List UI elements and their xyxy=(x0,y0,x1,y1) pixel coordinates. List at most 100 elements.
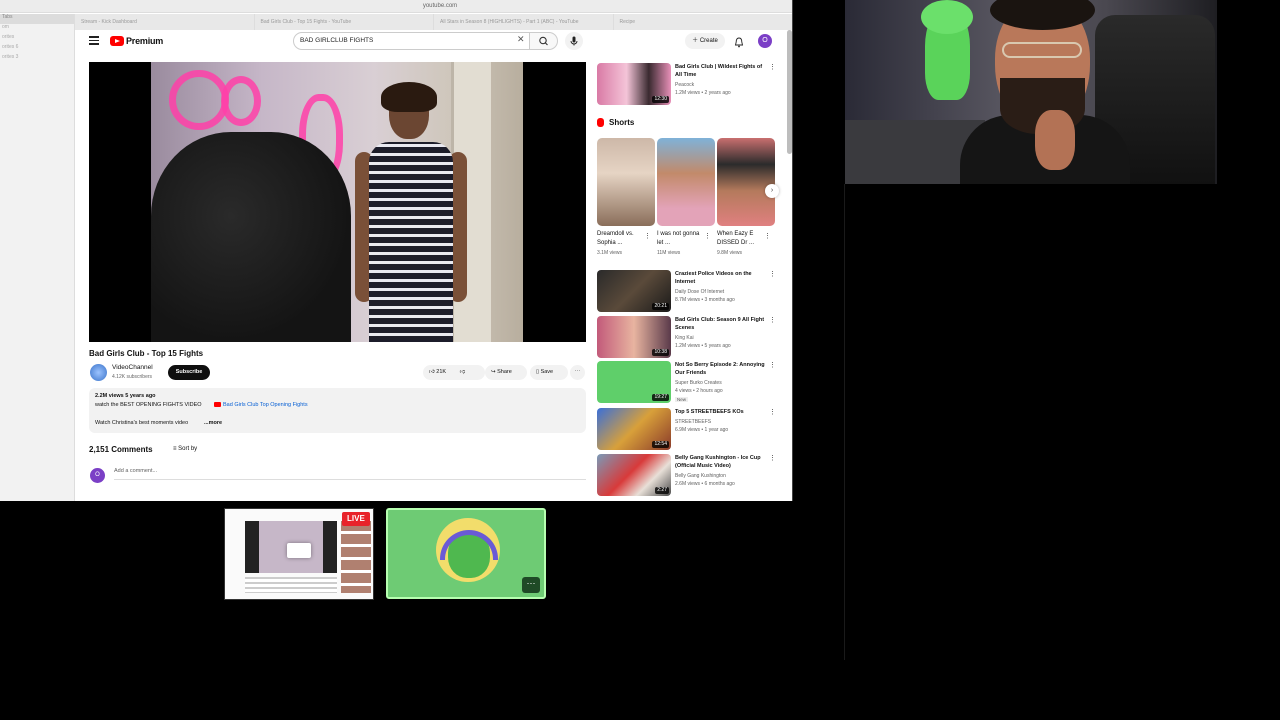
kebab-menu-icon[interactable]: ⋮ xyxy=(769,270,776,278)
short-title[interactable]: Dreamdoll vs. Sophia ... xyxy=(597,230,645,248)
share-button[interactable]: ↪ Share xyxy=(485,365,527,380)
share-icon: ↪ xyxy=(491,369,496,375)
rec-channel[interactable]: King Kai xyxy=(675,335,694,341)
neon-heart-decoration xyxy=(169,70,229,130)
duration-badge: 12:30 xyxy=(652,96,669,103)
menu-icon[interactable] xyxy=(89,36,99,45)
kebab-menu-icon[interactable]: ⋮ xyxy=(769,454,776,462)
bell-icon[interactable] xyxy=(734,35,744,48)
kebab-menu-icon[interactable]: ⋮ xyxy=(769,408,776,416)
channel-name[interactable]: VideoChannel xyxy=(112,364,153,371)
search-input[interactable]: BAD GIRLCLUB FIGHTS xyxy=(293,32,530,50)
recommended-video[interactable]: 20:21 Craziest Police Videos on the Inte… xyxy=(597,270,783,312)
sidebar-item[interactable]: Tabs xyxy=(0,14,74,24)
description-link[interactable]: Bad Girls Club Top Opening Fights xyxy=(214,402,308,408)
address-bar[interactable]: youtube.com xyxy=(390,1,490,11)
duration-badge: 12:54 xyxy=(652,441,669,448)
recommended-video[interactable]: 2:27 Belly Gang Kushington - Ice Cup (Of… xyxy=(597,454,783,496)
recommended-video[interactable]: 12:30 Bad Girls Club | Wildest Fights of… xyxy=(597,63,783,105)
short-thumbnail[interactable] xyxy=(657,138,715,226)
short-views: 11M views xyxy=(657,250,681,256)
webcam-feed xyxy=(845,0,1217,184)
comment-input[interactable]: Add a comment... xyxy=(114,468,586,480)
short-title[interactable]: When Eazy E DISSED Dr ... xyxy=(717,230,765,248)
short-thumbnail[interactable] xyxy=(717,138,775,226)
recommended-video[interactable]: 10:38 Bad Girls Club: Season 9 All Fight… xyxy=(597,316,783,358)
rec-channel[interactable]: Super Burko Creates xyxy=(675,380,722,386)
live-badge: LIVE xyxy=(342,512,370,526)
description-line: watch the BEST OPENING FIGHTS VIDEO xyxy=(95,402,202,408)
sidebar-item[interactable]: orites 3 xyxy=(0,54,74,64)
recommended-video[interactable]: 12:54 Top 5 STREETBEEFS KOs STREETBEEFS … xyxy=(597,408,783,450)
kebab-menu-icon[interactable]: ⋮ xyxy=(769,63,776,71)
channel-avatar[interactable] xyxy=(90,364,107,381)
new-badge: New xyxy=(675,397,689,402)
rec-title[interactable]: Not So Berry Episode 2: Annoying Our Fri… xyxy=(675,361,765,377)
more-options-icon[interactable]: ⋯ xyxy=(522,577,540,593)
search-button[interactable] xyxy=(530,32,558,50)
like-dislike-group[interactable]: 👍︎ 21K 👎︎ xyxy=(423,365,485,380)
create-button[interactable]: ＋ Create xyxy=(685,33,725,49)
sidebar-item[interactable]: orites xyxy=(0,34,74,44)
thumbs-up-icon[interactable]: 👍︎ xyxy=(429,369,435,375)
screen-share-icon xyxy=(287,543,311,558)
rec-channel[interactable]: Peacock xyxy=(675,82,694,88)
save-button[interactable]: ▯ Save xyxy=(530,365,568,380)
video-thumbnail[interactable]: 12:30 xyxy=(597,63,671,105)
browser-window: youtube.com Tabs om orites orites 6 orit… xyxy=(0,0,793,501)
browser-tab[interactable]: All Stars in Season 8 (HIGHLIGHTS) - Par… xyxy=(434,14,614,30)
show-more-link[interactable]: ...more xyxy=(204,420,222,426)
neon-heart-decoration xyxy=(221,76,261,126)
rec-title[interactable]: Top 5 STREETBEEFS KOs xyxy=(675,408,765,416)
video-player[interactable] xyxy=(89,62,586,342)
rec-channel[interactable]: Belly Gang Kushington xyxy=(675,473,726,479)
recommended-video[interactable]: 19:27 Not So Berry Episode 2: Annoying O… xyxy=(597,361,783,403)
sidebar-item[interactable]: om xyxy=(0,24,74,34)
sort-by-button[interactable]: Sort by xyxy=(173,446,197,452)
microphone-icon[interactable] xyxy=(565,32,583,50)
browser-tab[interactable]: Stream - Kick Dashboard xyxy=(75,14,255,30)
video-thumbnail[interactable]: 10:38 xyxy=(597,316,671,358)
youtube-logo[interactable]: Premium xyxy=(110,36,163,46)
video-thumbnail[interactable]: 12:54 xyxy=(597,408,671,450)
tab-bar: Stream - Kick Dashboard Bad Girls Club -… xyxy=(75,14,793,30)
description-box[interactable]: 2.2M views 5 years ago watch the BEST OP… xyxy=(89,388,586,433)
kebab-menu-icon[interactable]: ⋮ xyxy=(764,232,771,240)
sidebar-item[interactable]: orites 6 xyxy=(0,44,74,54)
comments-count: 2,151 Comments xyxy=(89,445,153,454)
short-thumbnail[interactable] xyxy=(597,138,655,226)
browser-tab[interactable]: Bad Girls Club - Top 15 Fights - YouTube xyxy=(255,14,434,30)
like-count: 21K xyxy=(436,369,447,375)
kebab-menu-icon[interactable]: ⋮ xyxy=(704,232,711,240)
youtube-header: Premium BAD GIRLCLUB FIGHTS ✕ ＋ Create O xyxy=(79,30,792,52)
rec-channel[interactable]: STREETBEEFS xyxy=(675,419,711,425)
rec-title[interactable]: Craziest Police Videos on the Internet xyxy=(675,270,765,286)
video-thumbnail[interactable]: 2:27 xyxy=(597,454,671,496)
kebab-menu-icon[interactable]: ⋮ xyxy=(769,361,776,369)
subscribe-button[interactable]: Subscribe xyxy=(168,365,210,380)
youtube-brand: Premium xyxy=(126,36,164,46)
alien-head xyxy=(921,0,973,34)
avatar-tile[interactable]: ⋯ xyxy=(386,508,546,599)
short-title[interactable]: I was not gonna let ... xyxy=(657,230,705,248)
kebab-menu-icon[interactable]: ⋮ xyxy=(644,232,651,240)
duration-badge: 10:38 xyxy=(652,349,669,356)
browser-toolbar: youtube.com xyxy=(0,0,792,13)
video-frame xyxy=(151,62,523,342)
thumbs-down-icon[interactable]: 👎︎ xyxy=(460,369,466,375)
account-avatar[interactable]: O xyxy=(758,34,772,48)
rec-title[interactable]: Bad Girls Club | Wildest Fights of All T… xyxy=(675,63,765,79)
rec-meta: 2.6M views • 6 months ago xyxy=(675,481,735,487)
browser-tab[interactable]: Recipe xyxy=(614,14,793,30)
kebab-menu-icon[interactable]: ⋮ xyxy=(769,316,776,324)
clear-search-icon[interactable]: ✕ xyxy=(517,35,525,44)
video-thumbnail[interactable]: 19:27 xyxy=(597,361,671,403)
chevron-right-icon[interactable]: › xyxy=(765,184,779,198)
rec-title[interactable]: Belly Gang Kushington - Ice Cup (Officia… xyxy=(675,454,765,470)
more-actions-icon[interactable]: ⋯ xyxy=(570,365,585,380)
video-thumbnail[interactable]: 20:21 xyxy=(597,270,671,312)
rec-channel[interactable]: Daily Dose Of Internet xyxy=(675,289,724,295)
page-scrollbar[interactable] xyxy=(787,30,792,154)
rec-title[interactable]: Bad Girls Club: Season 9 All Fight Scene… xyxy=(675,316,765,332)
rec-meta: 6.9M views • 1 year ago xyxy=(675,427,729,433)
